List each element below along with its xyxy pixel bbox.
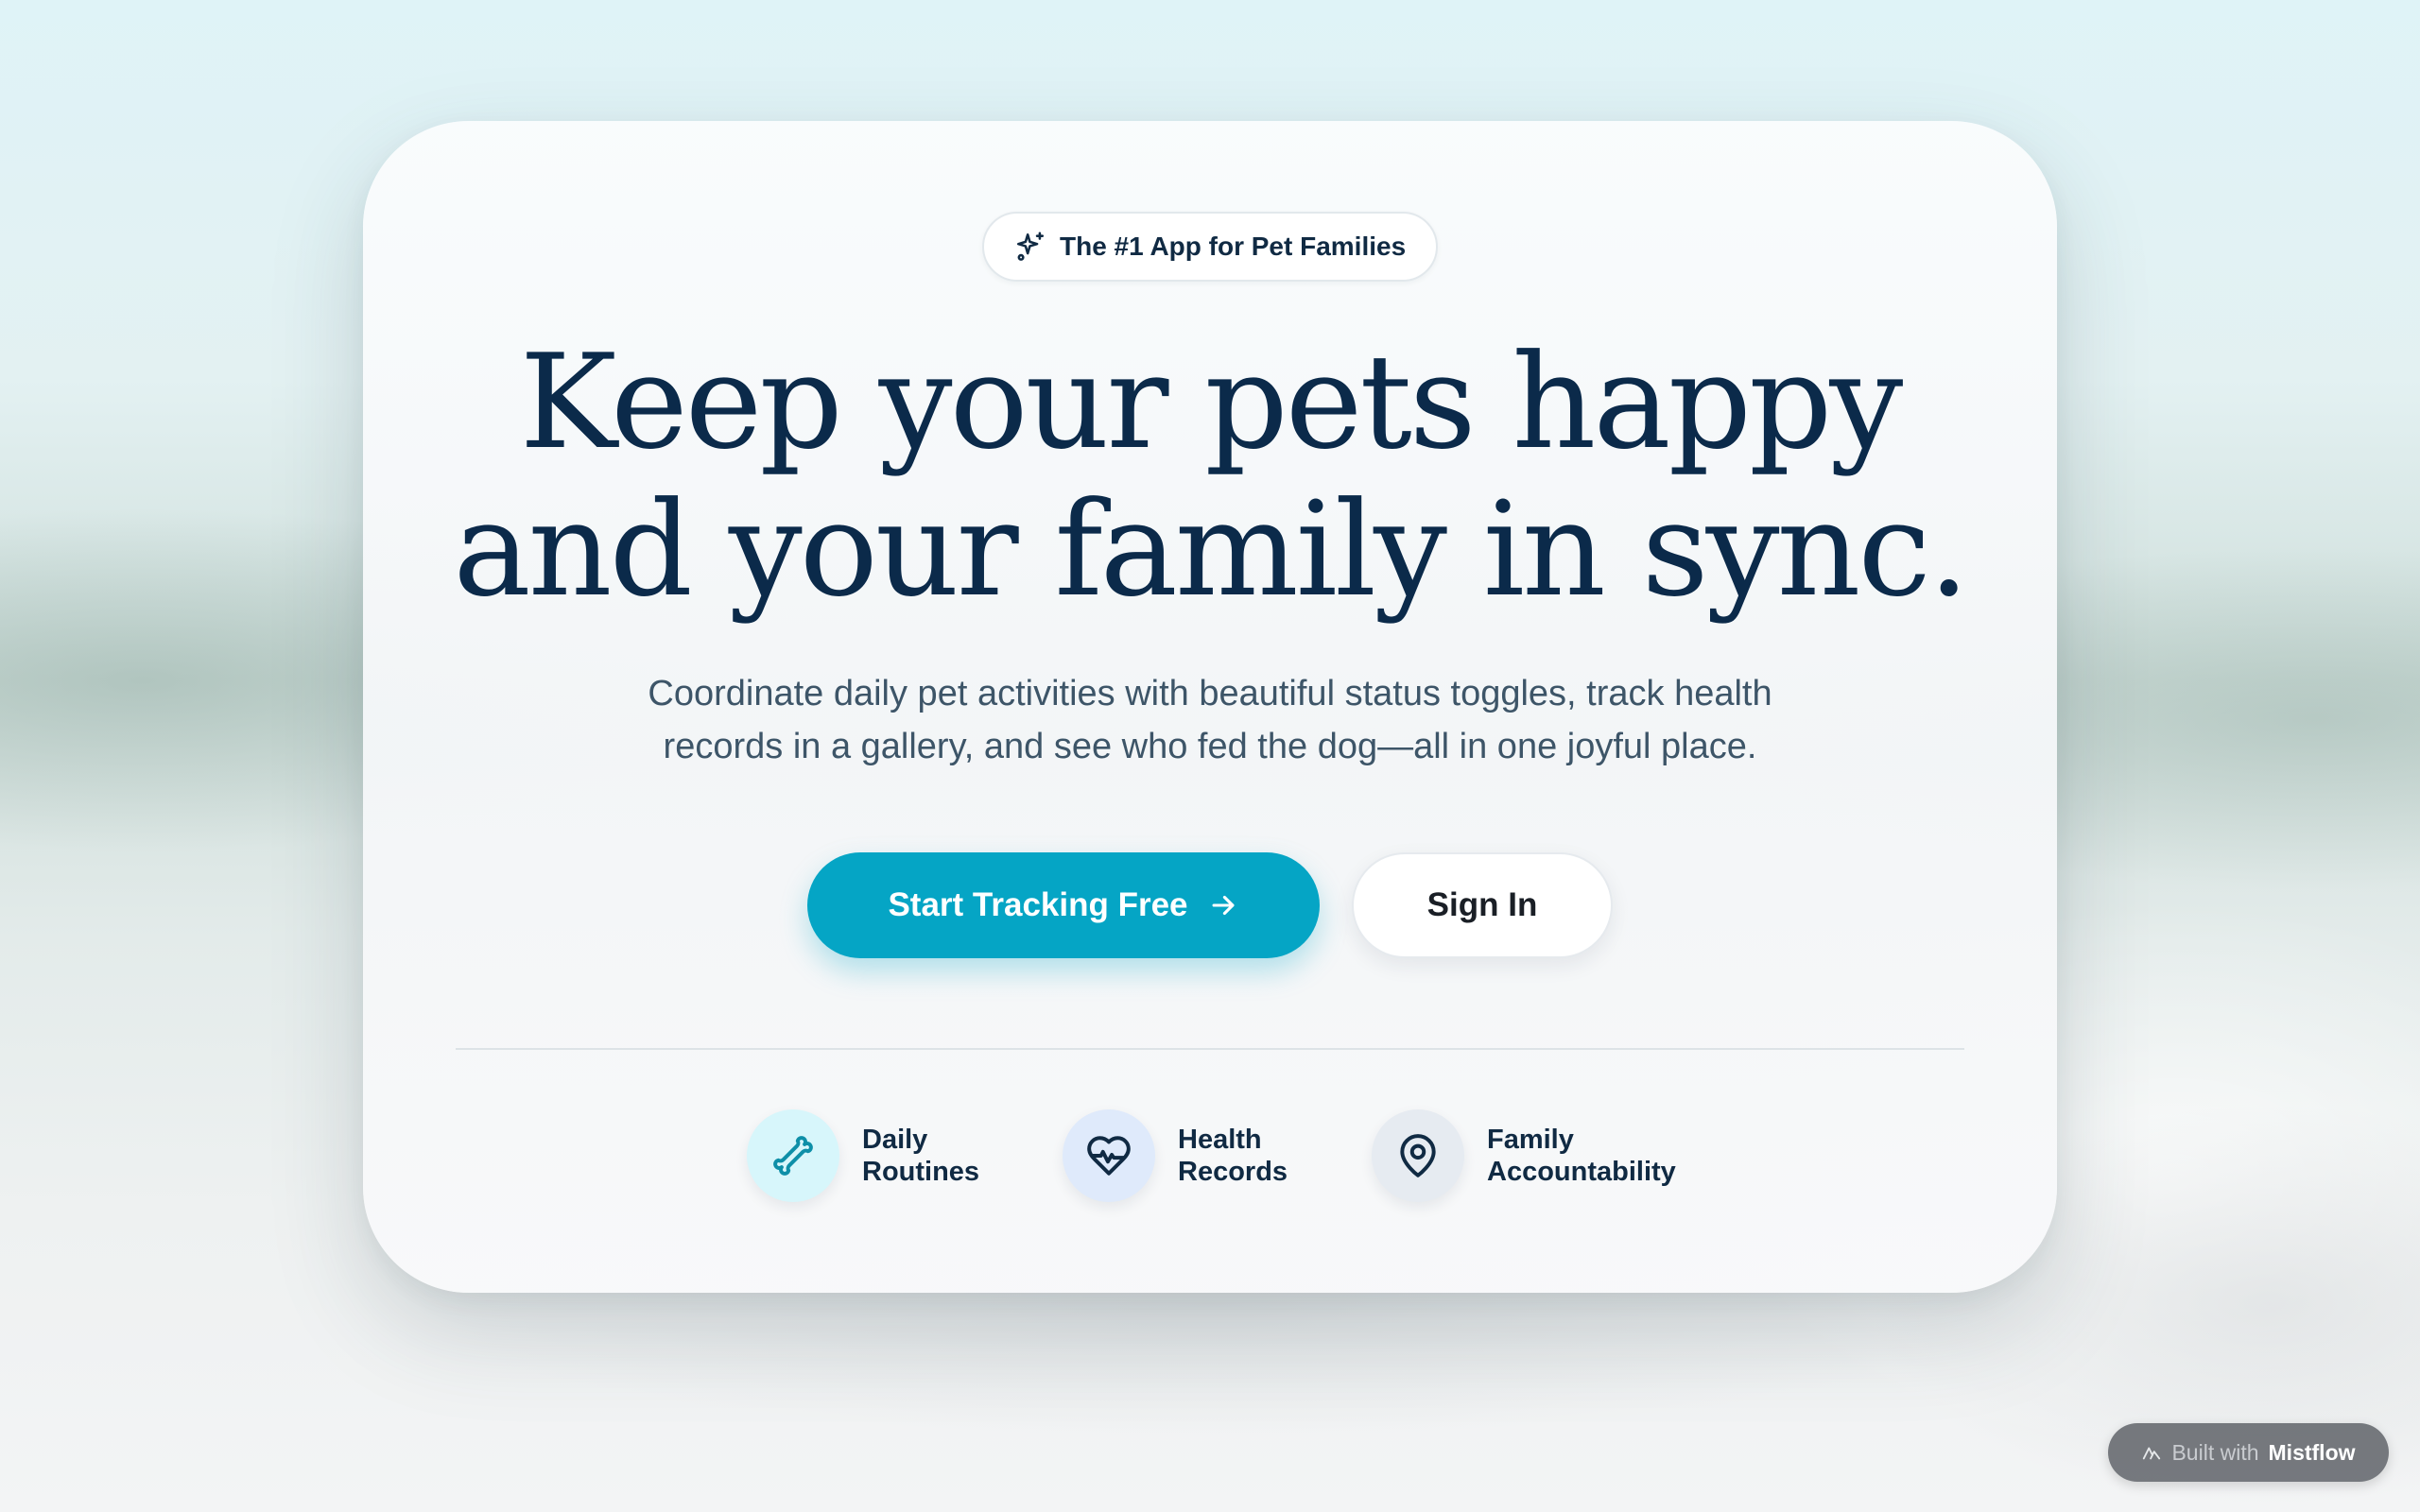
built-with-label: Built with bbox=[2171, 1439, 2259, 1465]
start-tracking-button[interactable]: Start Tracking Free bbox=[807, 852, 1320, 958]
feature-family-accountability: Family Accountability bbox=[1372, 1109, 1676, 1202]
brand-name: Mistflow bbox=[2268, 1439, 2356, 1465]
section-divider bbox=[456, 1048, 1964, 1050]
hero-subtitle: Coordinate daily pet activities with bea… bbox=[552, 667, 1868, 773]
start-tracking-label: Start Tracking Free bbox=[888, 886, 1188, 923]
page-title: Keep your pets happy and your family in … bbox=[363, 329, 2057, 624]
mistflow-logo-icon bbox=[2141, 1442, 2162, 1463]
heart-pulse-icon bbox=[1063, 1109, 1155, 1202]
feature-label: Daily Routines bbox=[862, 1125, 980, 1187]
sign-in-button[interactable]: Sign In bbox=[1352, 852, 1613, 958]
bone-icon bbox=[747, 1109, 839, 1202]
arrow-right-icon bbox=[1207, 889, 1239, 921]
page-title-line-2: and your family in sync. bbox=[453, 473, 1969, 626]
page-title-line-1: Keep your pets happy bbox=[519, 326, 1904, 478]
map-pin-icon bbox=[1372, 1109, 1464, 1202]
built-with-mistflow-badge[interactable]: Built with Mistflow bbox=[2108, 1423, 2389, 1482]
hero-subtitle-line-1: Coordinate daily pet activities with bea… bbox=[648, 674, 1772, 713]
sparkles-icon bbox=[1014, 231, 1046, 263]
feature-label: Health Records bbox=[1178, 1125, 1288, 1187]
hero-subtitle-line-2: records in a gallery, and see who fed th… bbox=[663, 727, 1757, 766]
hero-badge: The #1 App for Pet Families bbox=[982, 212, 1439, 282]
feature-label: Family Accountability bbox=[1487, 1125, 1676, 1187]
feature-health-records: Health Records bbox=[1063, 1109, 1288, 1202]
feature-daily-routines: Daily Routines bbox=[747, 1109, 979, 1202]
hero-badge-label: The #1 App for Pet Families bbox=[1060, 232, 1407, 261]
